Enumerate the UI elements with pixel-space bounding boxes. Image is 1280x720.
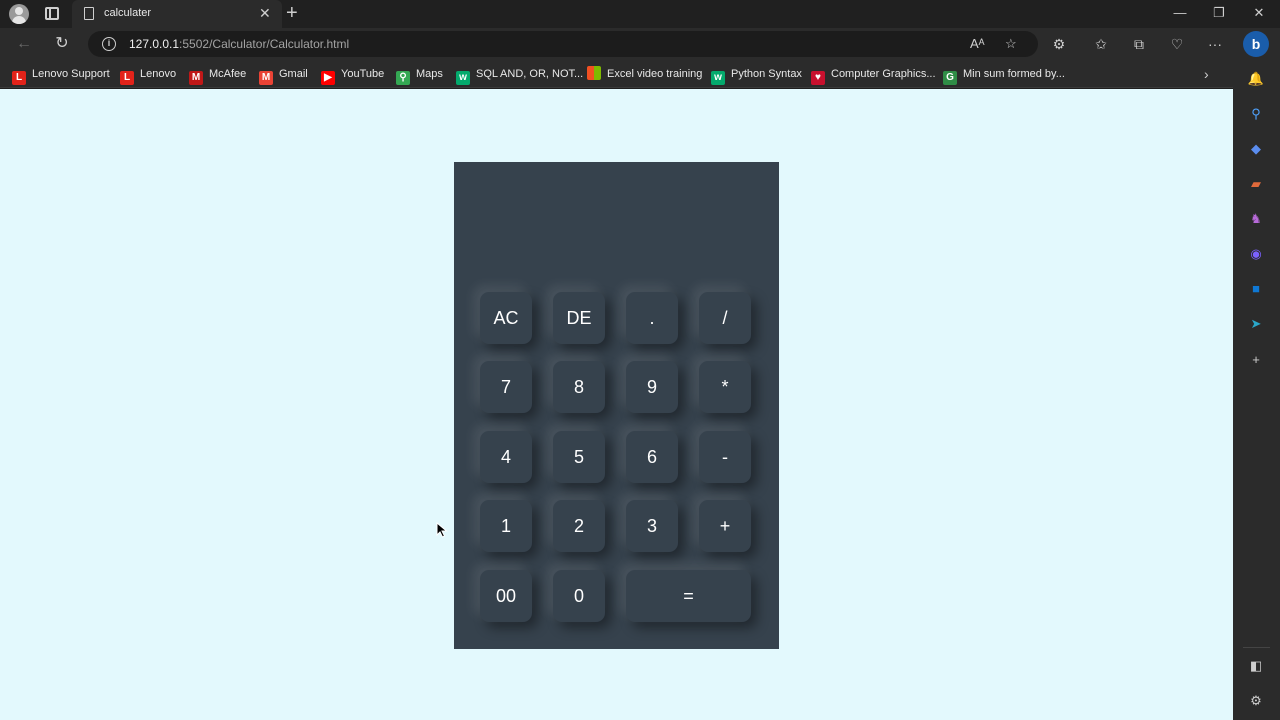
tab-actions-icon[interactable]	[45, 7, 59, 20]
favorite-label: McAfee	[209, 68, 247, 80]
games-icon[interactable]: ♞	[1247, 210, 1265, 228]
key-ac[interactable]: AC	[480, 292, 532, 344]
favorite-item[interactable]: w SQL AND, OR, NOT...	[456, 65, 584, 85]
favorite-item[interactable]: L Lenovo	[120, 65, 177, 85]
tab-calculator[interactable]: calculater ✕	[72, 0, 282, 28]
site-info-icon[interactable]: i	[102, 37, 116, 51]
chevron-right-icon[interactable]: ›	[1204, 64, 1209, 84]
page-icon	[84, 7, 94, 20]
url-field[interactable]: i 127.0.0.1:5502/Calculator/Calculator.h…	[88, 31, 1038, 57]
favorite-item[interactable]: w Python Syntax	[711, 65, 802, 85]
favorite-label: YouTube	[341, 68, 385, 80]
restore-icon[interactable]: ❐	[1209, 4, 1229, 22]
key-0[interactable]: 0	[553, 570, 605, 622]
key-add[interactable]: +	[699, 500, 751, 552]
refresh-icon[interactable]: ↻	[51, 33, 73, 55]
close-window-icon[interactable]: ✕	[1249, 4, 1269, 22]
key-00[interactable]: 00	[480, 570, 532, 622]
shopping-tag-icon[interactable]: ◆	[1247, 140, 1265, 158]
favorite-item[interactable]: Excel video training	[587, 65, 702, 83]
key-divide[interactable]: /	[699, 292, 751, 344]
favorites-bar: L Lenovo Support L Lenovo M McAfee M Gmail ▶…	[0, 60, 1280, 88]
key-multiply[interactable]: *	[699, 361, 751, 413]
lenovo-icon: L	[120, 71, 134, 85]
extensions-icon[interactable]: ⚙	[1048, 33, 1070, 55]
favorite-item[interactable]: ▶ YouTube	[321, 65, 385, 85]
favorite-label: Maps	[416, 68, 443, 80]
key-equals[interactable]: =	[626, 570, 751, 622]
favorite-label: Min sum formed by...	[963, 68, 1065, 80]
profile-avatar-icon[interactable]	[9, 4, 29, 24]
mouse-cursor-icon	[436, 522, 448, 538]
collections-icon[interactable]: ⧉	[1128, 33, 1150, 55]
read-aloud-icon[interactable]: Aᴬ	[970, 35, 985, 53]
settings-gear-icon[interactable]: ⚙	[1247, 692, 1265, 710]
title-bar: calculater ✕ + — ❐ ✕	[0, 0, 1280, 28]
more-menu-icon[interactable]: ···	[1204, 33, 1226, 55]
key-4[interactable]: 4	[480, 431, 532, 483]
calculator-display[interactable]	[474, 182, 759, 262]
key-2[interactable]: 2	[553, 500, 605, 552]
microsoft-icon	[587, 66, 601, 80]
gmail-icon: M	[259, 71, 273, 85]
tab-title: calculater	[104, 7, 152, 19]
key-3[interactable]: 3	[626, 500, 678, 552]
geeksforgeeks-icon: G	[943, 71, 957, 85]
lenovo-icon: L	[12, 71, 26, 85]
address-bar: ← ↻ i 127.0.0.1:5502/Calculator/Calculat…	[0, 28, 1280, 60]
key-8[interactable]: 8	[553, 361, 605, 413]
favorite-label: Excel video training	[607, 68, 703, 80]
notification-bell-icon[interactable]: 🔔	[1247, 70, 1265, 88]
youtube-icon: ▶	[321, 71, 335, 85]
favorite-item[interactable]: ♥ Computer Graphics...	[811, 65, 936, 85]
favorite-label: SQL AND, OR, NOT...	[476, 68, 584, 80]
browser-essentials-icon[interactable]: ♡	[1166, 33, 1188, 55]
key-9[interactable]: 9	[626, 361, 678, 413]
sidebar-divider	[1243, 647, 1270, 648]
key-7[interactable]: 7	[480, 361, 532, 413]
key-decimal[interactable]: .	[626, 292, 678, 344]
outlook-icon[interactable]: ■	[1247, 280, 1265, 298]
bing-copilot-icon[interactable]: b	[1243, 31, 1269, 57]
favorite-item[interactable]: M Gmail	[259, 65, 308, 85]
w3schools-icon: w	[456, 71, 470, 85]
drop-icon[interactable]: ➤	[1247, 315, 1265, 333]
favorite-item[interactable]: L Lenovo Support	[12, 65, 110, 85]
new-tab-icon[interactable]: +	[286, 2, 298, 24]
w3schools-icon: w	[711, 71, 725, 85]
key-6[interactable]: 6	[626, 431, 678, 483]
key-1[interactable]: 1	[480, 500, 532, 552]
favorite-item[interactable]: G Min sum formed by...	[943, 65, 1065, 85]
key-subtract[interactable]: -	[699, 431, 751, 483]
favorite-star-icon[interactable]: ☆	[1005, 35, 1017, 53]
maps-icon: ⚲	[396, 71, 410, 85]
favorite-label: Python Syntax	[731, 68, 802, 80]
favorite-label: Lenovo Support	[32, 68, 110, 80]
search-icon[interactable]: ⚲	[1247, 105, 1265, 123]
minimize-icon[interactable]: —	[1170, 4, 1190, 22]
calculator: AC DE . / 7 8 9 * 4 5 6 - 1 2 3 + 00 0 =	[454, 162, 779, 649]
edge-sidebar: 🔔 ⚲ ◆ ▰ ♞ ◉ ■ ➤ + ◧ ⚙	[1233, 60, 1280, 720]
favorite-item[interactable]: ⚲ Maps	[396, 65, 443, 85]
page-content: AC DE . / 7 8 9 * 4 5 6 - 1 2 3 + 00 0 =	[0, 89, 1233, 720]
key-delete[interactable]: DE	[553, 292, 605, 344]
key-5[interactable]: 5	[553, 431, 605, 483]
add-sidebar-app-icon[interactable]: +	[1247, 351, 1265, 369]
favorite-label: Lenovo	[140, 68, 177, 80]
copilot-icon[interactable]: ◉	[1247, 245, 1265, 263]
favorite-label: Gmail	[279, 68, 308, 80]
url-host: 127.0.0.1	[129, 37, 180, 51]
favorite-item[interactable]: M McAfee	[189, 65, 247, 85]
back-icon[interactable]: ←	[13, 33, 35, 55]
tools-briefcase-icon[interactable]: ▰	[1247, 175, 1265, 193]
favorites-icon[interactable]: ✩	[1090, 33, 1112, 55]
hide-sidebar-icon[interactable]: ◧	[1247, 657, 1265, 675]
close-tab-icon[interactable]: ✕	[259, 5, 271, 21]
favorite-label: Computer Graphics...	[831, 68, 936, 80]
heart-icon: ♥	[811, 71, 825, 85]
url-path: :5502/Calculator/Calculator.html	[179, 37, 350, 51]
url-text: 127.0.0.1:5502/Calculator/Calculator.htm…	[129, 37, 349, 51]
mcafee-icon: M	[189, 71, 203, 85]
